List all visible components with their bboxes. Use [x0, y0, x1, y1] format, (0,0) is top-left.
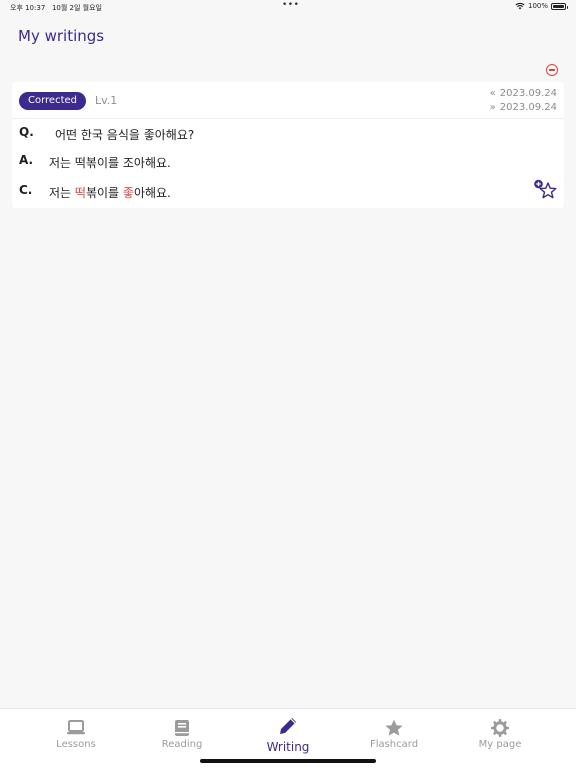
correction-highlight: 좋	[122, 186, 134, 200]
entry-dates: «2023.09.24 » 2023.09.24	[490, 87, 557, 115]
question-text: 어떤 한국 음식을 좋아해요?	[55, 128, 195, 142]
star-plus-icon	[534, 179, 557, 199]
tab-label: Flashcard	[369, 739, 419, 750]
tab-my-page[interactable]: My page	[445, 709, 555, 759]
answer-key: A.	[19, 153, 34, 167]
status-time-date: 오후 10:37 10월 2일 월요일	[10, 3, 102, 13]
correction-highlight: 떡	[74, 186, 86, 200]
multitasking-dots[interactable]: •••	[282, 0, 299, 10]
date-end: 2023.09.24	[499, 102, 557, 113]
level-label: Lv.1	[95, 94, 118, 107]
correction-part: 아해요.	[133, 186, 171, 200]
home-indicator[interactable]	[200, 759, 376, 763]
wifi-icon	[515, 2, 525, 10]
status-bar: 오후 10:37 10월 2일 월요일 ••• 100%	[0, 0, 576, 14]
tab-flashcard[interactable]: Flashcard	[339, 709, 449, 759]
date-start: 2023.09.24	[499, 88, 557, 99]
correction-text: 저는 떡볶이를 좋아해요.	[49, 184, 171, 201]
remove-button[interactable]	[546, 64, 558, 76]
correction-part: 볶이를	[85, 186, 123, 200]
writing-card[interactable]: Corrected Lv.1 «2023.09.24 » 2023.09.24 Q…	[12, 82, 564, 208]
tab-label: Reading	[161, 739, 203, 750]
page-title: My writings	[18, 27, 105, 45]
status-badge: Corrected	[19, 92, 86, 110]
laptop-icon	[67, 720, 85, 735]
tab-reading[interactable]: Reading	[127, 709, 237, 759]
question-key: Q.	[19, 125, 34, 139]
date-end-arrow: »	[489, 102, 496, 113]
answer-text: 저는 떡볶이를 조아해요.	[49, 156, 171, 170]
star-icon	[385, 719, 403, 736]
add-to-flashcard-button[interactable]	[532, 178, 558, 202]
tab-label: Writing	[266, 740, 310, 754]
book-icon	[175, 720, 189, 736]
correction-part: 저는	[49, 186, 75, 200]
app-screen: 오후 10:37 10월 2일 월요일 ••• 100% My writings…	[0, 0, 576, 768]
tab-lessons[interactable]: Lessons	[21, 709, 131, 759]
date-end-row: » 2023.09.24	[490, 101, 557, 115]
tab-label: Lessons	[56, 739, 96, 750]
pencil-icon	[280, 718, 296, 734]
battery-percent: 100%	[527, 2, 548, 10]
gear-icon	[490, 718, 510, 738]
status-date: 10월 2일 월요일	[51, 4, 102, 12]
card-header: Corrected Lv.1 «2023.09.24 » 2023.09.24	[12, 82, 564, 119]
battery-icon	[551, 2, 568, 10]
status-time: 오후 10:37	[10, 4, 46, 12]
tab-label: My page	[478, 739, 522, 750]
tab-writing[interactable]: Writing	[233, 709, 343, 759]
date-start-row: «2023.09.24	[490, 87, 557, 101]
minus-circle-icon	[549, 69, 555, 71]
correction-key: C.	[19, 183, 33, 197]
date-start-arrow: «	[489, 88, 496, 99]
status-right: 100%	[515, 2, 568, 10]
